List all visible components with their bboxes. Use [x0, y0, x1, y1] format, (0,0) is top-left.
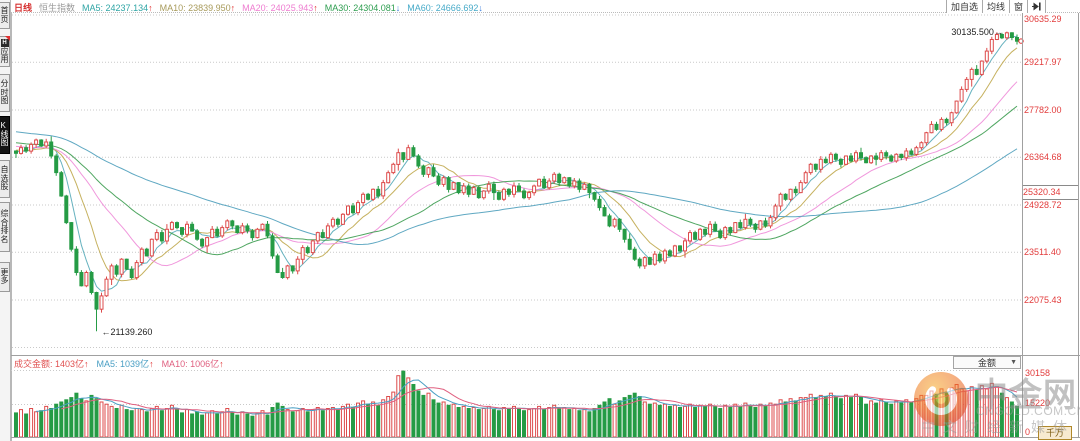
ma-legend: 日线 恒生指数 MA5: 24237.134↑ MA10: 23839.950↑ M…: [14, 1, 483, 14]
ma-legend-item: MA10: 23839.950↑: [159, 2, 236, 13]
ma-legend-item: MA20: 24025.943↑: [242, 2, 318, 13]
new-badge-icon: [5, 36, 10, 41]
sidebar-item-apps[interactable]: H应 用: [0, 36, 10, 67]
price-axis-label: 30635.29: [1024, 14, 1062, 24]
amount-select-value: 金额: [977, 358, 996, 368]
volume-legend-item: MA10: 1006亿↑: [161, 359, 224, 369]
toolbar: 加自选 均线 窗: [945, 0, 1046, 13]
price-axis-label: 27782.00: [1024, 105, 1062, 115]
sidebar-item-kline[interactable]: K 线 图: [0, 116, 10, 154]
price-axis-label: 23511.40: [1024, 247, 1061, 258]
sidebar-item-home[interactable]: 首 页: [0, 2, 10, 29]
arrow-up-icon: ↑: [219, 359, 224, 369]
high-price-annotation: 30135.500→: [951, 26, 1003, 37]
arrow-up-icon: ↑: [148, 2, 153, 13]
volume-legend-item: MA5: 1039亿↑: [96, 359, 154, 369]
volume-unit-label: 千万: [1038, 426, 1072, 440]
sidebar-item-label: 首 页: [0, 6, 9, 24]
ma-legend-item: MA5: 24237.134↑: [82, 2, 153, 13]
arrow-down-icon: ↓: [395, 2, 401, 13]
symbol-label: 恒生指数: [39, 3, 76, 13]
amount-indicator-select[interactable]: 金额 ▼: [953, 356, 1021, 369]
ma-legend-item: MA60: 24666.692↓: [407, 2, 483, 13]
sidebar-item-more[interactable]: 更 多: [0, 262, 10, 292]
ma-settings-button[interactable]: 均线: [981, 0, 1009, 13]
kline-chart-canvas[interactable]: [0, 0, 1080, 441]
volume-axis-top: 30158: [1025, 368, 1051, 378]
sidebar-item-label: K 线 图: [0, 121, 9, 148]
sidebar: 首 页 H应 用分 时 图 K 线 图自 选 股综 合 排 名更 多: [0, 0, 11, 441]
volume-axis-mid: 15220: [1025, 398, 1051, 408]
volume-legend-item: 成交金额: 1403亿↑: [14, 359, 89, 369]
sidebar-item-label: 应 用: [0, 46, 9, 64]
add-watchlist-button[interactable]: 加自选: [945, 0, 982, 13]
sidebar-item-label: 更 多: [0, 267, 9, 285]
window-button[interactable]: 窗: [1008, 0, 1027, 13]
price-marker-tag: 25320.34: [1023, 184, 1078, 200]
price-axis-label: 29217.97: [1024, 57, 1062, 68]
price-axis-label: 22075.43: [1024, 294, 1062, 305]
sidebar-item-watchlist[interactable]: 自 选 股: [0, 160, 10, 198]
sidebar-item-label: 自 选 股: [0, 165, 9, 192]
arrow-down-icon: ↓: [478, 2, 483, 13]
sidebar-item-label: 分 时 图: [0, 79, 9, 106]
period-label: 日线: [14, 3, 33, 13]
low-price-annotation: ←21139.260: [101, 327, 153, 338]
volume-axis-zero: 0: [1025, 427, 1031, 437]
price-axis-label: 24928.72: [1024, 199, 1062, 210]
arrow-up-icon: ↑: [84, 359, 89, 369]
chevron-down-icon: ▼: [1010, 359, 1017, 366]
sidebar-item-timeline[interactable]: 分 时 图: [0, 74, 10, 112]
ma-legend-item: MA30: 24304.081↓: [324, 2, 401, 13]
volume-legend: 成交金额: 1403亿↑ MA5: 1039亿↑ MA10: 1006亿↑: [14, 357, 224, 370]
sidebar-item-label: 综 合 排 名: [0, 209, 9, 244]
arrow-up-icon: ↑: [149, 359, 154, 369]
expand-right-icon[interactable]: [1027, 0, 1046, 13]
arrow-up-icon: ↑: [230, 2, 236, 13]
arrow-to-bar-icon: [1032, 2, 1041, 11]
sidebar-item-ranking[interactable]: 综 合 排 名: [0, 202, 10, 252]
price-axis-label: 26364.68: [1024, 152, 1062, 163]
chart-header: 日线 恒生指数 MA5: 24237.134↑ MA10: 23839.950↑ M…: [11, 0, 1080, 13]
arrow-up-icon: ↑: [313, 2, 318, 13]
